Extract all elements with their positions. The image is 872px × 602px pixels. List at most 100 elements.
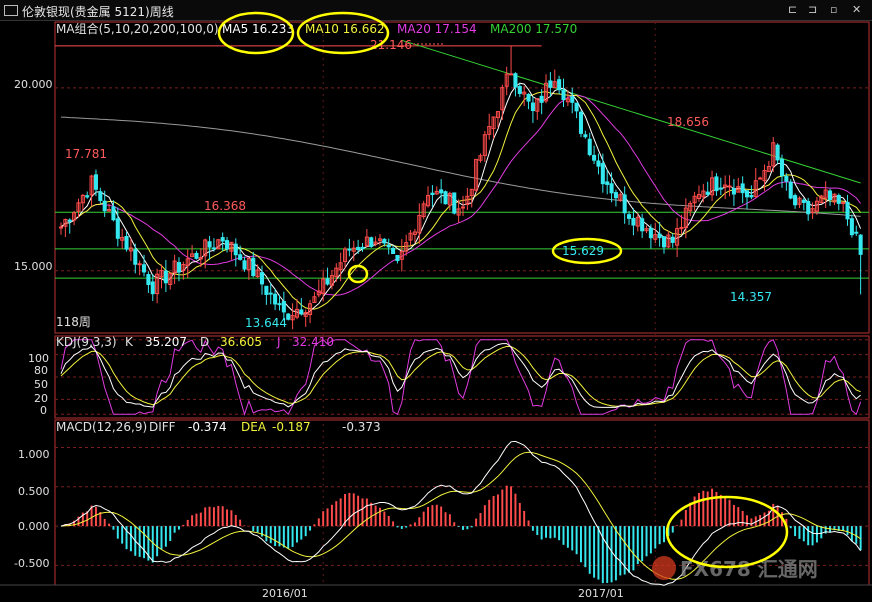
candle-body xyxy=(264,285,269,295)
candle-body xyxy=(749,194,754,198)
candle-body xyxy=(648,227,653,239)
ma100-line xyxy=(60,116,861,217)
candle-body xyxy=(347,248,352,251)
candle-body xyxy=(194,252,199,259)
candle-body xyxy=(727,185,732,188)
candle-body xyxy=(369,237,374,247)
watermark: FX678 汇通网 xyxy=(652,556,818,581)
watermark-logo-icon xyxy=(652,556,676,580)
candle-body xyxy=(740,183,745,194)
annotation-17-781: 17.781 xyxy=(65,147,107,161)
candle-body xyxy=(583,134,588,138)
candle-body xyxy=(779,158,785,177)
candle-body xyxy=(557,79,562,91)
candle-body xyxy=(592,154,597,161)
watermark-text: FX678 汇通网 xyxy=(680,557,818,581)
candle-body xyxy=(391,247,396,254)
macd-dea-value: -0.187 xyxy=(272,420,311,434)
ma5-label: MA5 16.233 xyxy=(222,22,294,36)
candle-body xyxy=(299,309,304,315)
candle-body xyxy=(605,181,610,185)
candle-body xyxy=(548,80,553,88)
ma200-line xyxy=(401,39,861,184)
y-tick-15: 15.000 xyxy=(14,260,53,273)
candle-body xyxy=(849,218,854,236)
kdj-j-value: 32.410 xyxy=(292,335,334,349)
candle-body xyxy=(176,262,182,273)
candle-body xyxy=(640,218,645,232)
candle-body xyxy=(211,247,216,250)
ma10-label: MA10 16.662 xyxy=(305,22,385,36)
candle-body xyxy=(788,181,793,199)
candle-body xyxy=(670,236,675,243)
annotation-18-656: 18.656 xyxy=(667,115,709,129)
macd-diff-label: DIFF xyxy=(149,420,176,434)
candle-body xyxy=(111,206,116,221)
candle-body xyxy=(622,194,627,214)
kdj-d-line xyxy=(60,345,861,407)
panel-frame-0 xyxy=(54,21,870,334)
candle-body xyxy=(731,188,736,195)
macd-tick-0-5: 0.500 xyxy=(18,485,50,498)
candle-body xyxy=(273,293,278,305)
candle-body xyxy=(233,243,238,256)
candle-body xyxy=(207,241,212,248)
macd-tick-0: 0.000 xyxy=(18,520,50,533)
candle-body xyxy=(793,195,798,206)
candle-body xyxy=(784,175,789,182)
ma10-line xyxy=(60,91,861,310)
candle-body xyxy=(836,194,841,204)
period-label: 118周 xyxy=(56,315,91,329)
candle-body xyxy=(714,176,719,192)
highlight-annotations xyxy=(217,11,789,569)
y-tick-20: 20.000 xyxy=(14,78,53,91)
candlesticks xyxy=(58,45,863,330)
candle-body xyxy=(661,236,667,248)
moving-averages xyxy=(60,82,862,315)
candle-body xyxy=(382,238,387,244)
candle-body xyxy=(828,190,833,201)
macd-dea-label: DEA xyxy=(241,420,267,434)
candle-body xyxy=(858,234,863,255)
annotation-21-146: 21.146 xyxy=(370,38,412,52)
candle-body xyxy=(806,200,811,215)
candle-body xyxy=(146,274,151,285)
candle-body xyxy=(281,301,286,313)
candle-body xyxy=(124,235,129,250)
candle-body xyxy=(775,144,780,161)
kdj-tick-0: 0 xyxy=(40,404,47,417)
candle-body xyxy=(286,313,291,320)
ma200-label: MA200 17.570 xyxy=(490,22,577,36)
annotation-16-368: 16.368 xyxy=(204,199,246,213)
candle-body xyxy=(509,73,514,76)
candle-body xyxy=(657,233,662,239)
candle-body xyxy=(102,200,107,212)
annotation-14-357: 14.357 xyxy=(730,290,772,304)
candle-body xyxy=(587,138,592,156)
x-tick-2017-01: 2017/01 xyxy=(578,587,624,600)
candle-body xyxy=(513,73,518,88)
candle-body xyxy=(600,163,605,185)
kdj-k-line xyxy=(60,343,861,408)
candle-body xyxy=(744,190,750,198)
kdj-d-value: 36.605 xyxy=(220,335,262,349)
candle-body xyxy=(578,111,584,134)
macd-tick-1: 1.000 xyxy=(18,448,50,461)
candle-body xyxy=(268,292,273,295)
candle-body xyxy=(133,249,138,265)
macd-value: -0.373 xyxy=(342,420,381,434)
candle-body xyxy=(238,254,243,260)
candle-body xyxy=(574,102,579,112)
candle-body xyxy=(325,278,330,285)
kdj-tick-80: 80 xyxy=(34,364,48,377)
highlight-ma-cross xyxy=(347,264,369,284)
candle-body xyxy=(163,270,168,284)
candle-body xyxy=(841,202,846,205)
candle-body xyxy=(609,183,614,194)
candle-body xyxy=(530,102,535,112)
candle-body xyxy=(225,240,230,250)
candle-body xyxy=(526,93,531,102)
candle-body xyxy=(705,191,710,195)
kdj-label: KDJ(9,3,3) xyxy=(56,335,117,349)
candle-body xyxy=(277,303,282,306)
